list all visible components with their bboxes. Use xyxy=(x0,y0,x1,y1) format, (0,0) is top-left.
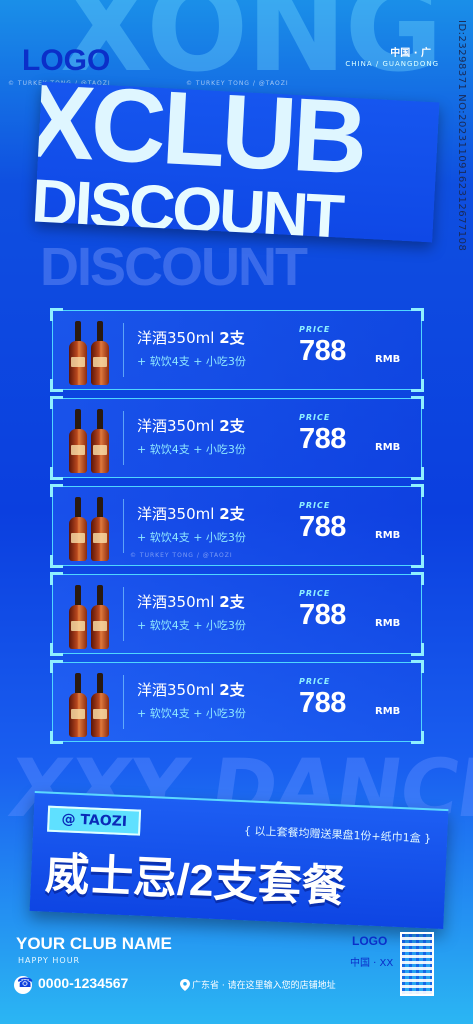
footer-logo: LOGO xyxy=(352,934,388,948)
price-unit: RMB xyxy=(375,442,401,453)
location-label: 中国 · 广 xyxy=(390,48,431,59)
bottles-image xyxy=(67,669,113,737)
item-extras: + 软饮4支 + 小吃3份 xyxy=(137,707,246,720)
location-sub-label: CHINA / GUANGDONG xyxy=(345,60,439,68)
phone-icon xyxy=(14,976,33,994)
image-id-watermark: ID:23298371 NO:20231109162312677108 xyxy=(456,20,467,252)
item-name: 洋酒350ml 2支 xyxy=(137,417,245,435)
item-name: 洋酒350ml 2支 xyxy=(137,681,245,699)
price-label: PRICE xyxy=(299,501,331,510)
item-extras: + 软饮4支 + 小吃3份 xyxy=(137,443,246,456)
bottles-image xyxy=(67,493,113,561)
price-value: 788 xyxy=(299,687,346,719)
address-text[interactable]: 广东省 · 请在这里输入您的店铺地址 xyxy=(192,978,336,991)
item-name: 洋酒350ml 2支 xyxy=(137,505,245,523)
price-value: 788 xyxy=(299,335,346,367)
package-card[interactable]: 洋酒350ml 2支 + 软饮4支 + 小吃3份 PRICE 788 RMB xyxy=(50,396,424,480)
price-unit: RMB xyxy=(375,618,401,629)
package-card[interactable]: 洋酒350ml 2支 + 软饮4支 + 小吃3份 PRICE 788 RMB xyxy=(50,484,424,568)
price-unit: RMB xyxy=(375,530,401,541)
bottles-image xyxy=(67,317,113,385)
promo-note: { 以上套餐均赠送果盘1份+纸巾1盒 } xyxy=(243,824,432,846)
promo-headline: 威士忌/2支套餐 xyxy=(44,849,347,912)
item-extras: + 软饮4支 + 小吃3份 xyxy=(137,531,246,544)
item-name: 洋酒350ml 2支 xyxy=(137,593,245,611)
price-value: 788 xyxy=(299,423,346,455)
ghost-subtitle: DISCOUNT xyxy=(40,237,308,297)
price-label: PRICE xyxy=(299,589,331,598)
location-pin-icon xyxy=(180,979,190,991)
item-name: 洋酒350ml 2支 xyxy=(137,329,245,347)
handle-tag[interactable]: @ TAOZI xyxy=(47,805,142,836)
bottles-image xyxy=(67,405,113,473)
title-banner: XCLUB DISCOUNT xyxy=(34,81,440,243)
price-value: 788 xyxy=(299,599,346,631)
price-label: PRICE xyxy=(299,325,331,334)
price-label: PRICE xyxy=(299,413,331,422)
package-card[interactable]: 洋酒350ml 2支 + 软饮4支 + 小吃3份 PRICE 788 RMB xyxy=(50,308,424,392)
bottles-image xyxy=(67,581,113,649)
phone-number[interactable]: 0000-1234567 xyxy=(38,975,128,991)
qr-code-image[interactable] xyxy=(400,932,434,996)
price-unit: RMB xyxy=(375,354,401,365)
promo-banner: @ TAOZI { 以上套餐均赠送果盘1份+纸巾1盒 } 威士忌/2支套餐 xyxy=(29,791,449,929)
happy-hour-label: HAPPY HOUR xyxy=(18,956,81,965)
package-card[interactable]: 洋酒350ml 2支 + 软饮4支 + 小吃3份 PRICE 788 RMB xyxy=(50,572,424,656)
item-extras: + 软饮4支 + 小吃3份 xyxy=(137,355,246,368)
package-card[interactable]: 洋酒350ml 2支 + 软饮4支 + 小吃3份 PRICE 788 RMB xyxy=(50,660,424,744)
price-label: PRICE xyxy=(299,677,331,686)
footer-country: 中国 · XX xyxy=(350,958,394,969)
banner-subtitle: DISCOUNT xyxy=(34,165,344,243)
club-name: YOUR CLUB NAME xyxy=(16,934,172,953)
price-value: 788 xyxy=(299,511,346,543)
watermark-text: © TURKEY TONG / @TAOZI xyxy=(186,80,289,87)
logo: LOGO xyxy=(22,44,111,77)
item-extras: + 软饮4支 + 小吃3份 xyxy=(137,619,246,632)
price-unit: RMB xyxy=(375,706,401,717)
